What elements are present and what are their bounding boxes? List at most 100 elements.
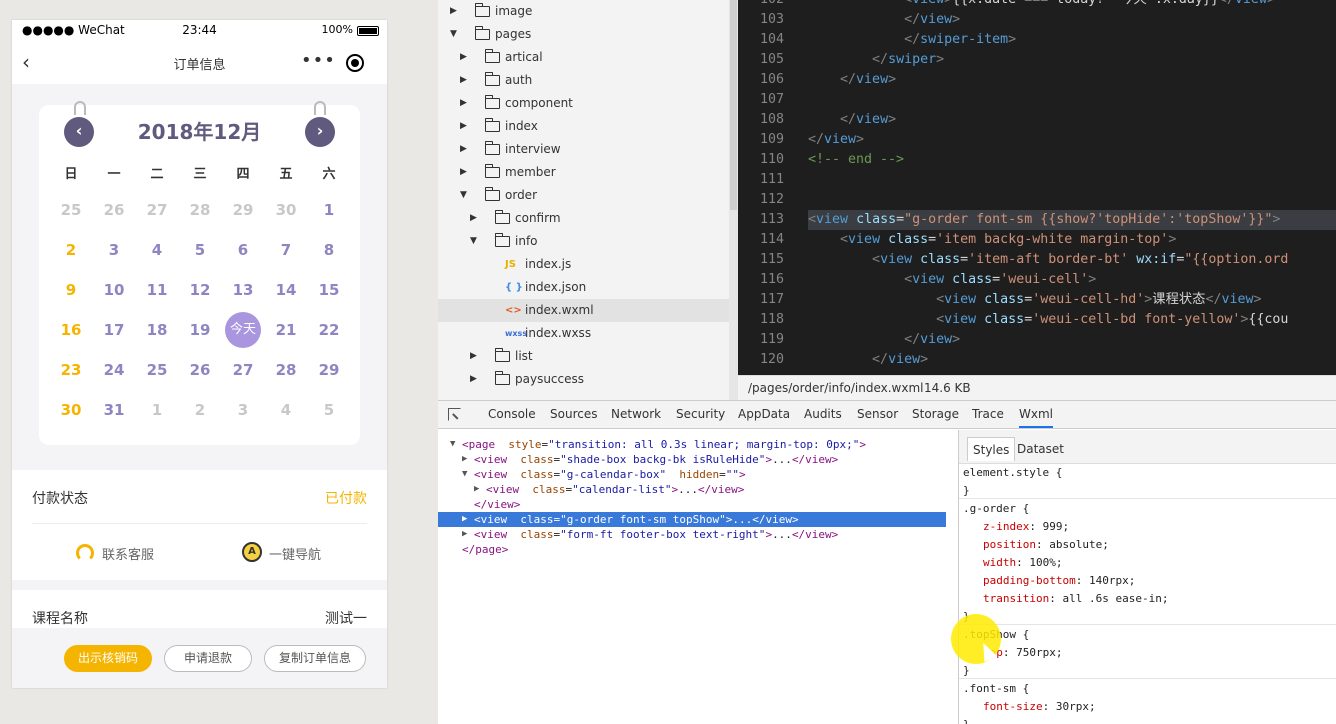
calendar-day[interactable]: 24 — [96, 355, 132, 385]
scrollbar-thumb[interactable] — [730, 0, 737, 210]
calendar-day[interactable]: 14 — [268, 275, 304, 305]
caret-right-icon[interactable]: ▶ — [460, 138, 467, 161]
css-declaration[interactable]: padding-bottom: 140rpx; — [983, 572, 1135, 590]
inspect-element-icon[interactable] — [448, 408, 461, 421]
next-month-button[interactable]: › — [305, 117, 335, 147]
caret-right-icon[interactable]: ▶ — [474, 482, 479, 497]
code-line[interactable]: </swiper-item> — [808, 30, 1016, 50]
caret-down-icon[interactable]: ▼ — [450, 437, 455, 452]
calendar-day[interactable]: 23 — [53, 355, 89, 385]
tab-network[interactable]: Network — [611, 401, 661, 428]
caret-right-icon[interactable]: ▶ — [470, 207, 477, 230]
calendar-day[interactable]: 11 — [139, 275, 175, 305]
calendar-day[interactable]: 30 — [53, 395, 89, 425]
calendar-day[interactable]: 9 — [53, 275, 89, 305]
calendar-day[interactable]: 1 — [139, 395, 175, 425]
dom-node[interactable]: ▼ <view class="g-calendar-box" hidden=""> — [438, 467, 946, 482]
calendar-day[interactable]: 18 — [139, 315, 175, 345]
caret-down-icon[interactable]: ▼ — [460, 184, 467, 207]
navigate-link[interactable]: 一键导航 — [269, 544, 321, 563]
code-line[interactable]: <view class='item-aft border-bt' wx:if="… — [808, 250, 1288, 270]
tree-item-info[interactable]: ▼ info — [438, 230, 729, 253]
styles-tab-styles[interactable]: Styles — [967, 437, 1016, 461]
tree-item-image[interactable]: ▶ image — [438, 0, 729, 23]
code-line[interactable]: <!-- end --> — [808, 150, 904, 170]
caret-right-icon[interactable]: ▶ — [462, 512, 467, 527]
calendar-day[interactable]: 28 — [182, 195, 218, 225]
file-tree-scrollbar[interactable] — [729, 0, 738, 400]
tab-wxml[interactable]: Wxml — [1019, 401, 1053, 428]
tree-item-component[interactable]: ▶ component — [438, 92, 729, 115]
dom-node[interactable]: ▶ <view class="g-order font-sm topShow">.… — [438, 512, 946, 527]
copy-order-button[interactable]: 复制订单信息 — [264, 645, 366, 672]
refund-button[interactable]: 申请退款 — [164, 645, 252, 672]
calendar-day[interactable]: 5 — [182, 235, 218, 265]
calendar-day[interactable]: 29 — [311, 355, 347, 385]
calendar-day[interactable]: 3 — [96, 235, 132, 265]
code-line[interactable]: </view> — [808, 130, 864, 150]
calendar-day[interactable]: 8 — [311, 235, 347, 265]
css-declaration[interactable]: position: absolute; — [983, 536, 1109, 554]
tree-item-artical[interactable]: ▶ artical — [438, 46, 729, 69]
tree-item-paysuccess[interactable]: ▶ paysuccess — [438, 368, 729, 391]
caret-down-icon[interactable]: ▼ — [462, 467, 467, 482]
dom-node[interactable]: ▼ <page style="transition: all 0.3s linea… — [438, 437, 946, 452]
tree-item-index-wxss[interactable]: wxss index.wxss — [438, 322, 729, 345]
tree-item-index-json[interactable]: { } index.json — [438, 276, 729, 299]
tree-item-pages[interactable]: ▼ pages — [438, 23, 729, 46]
calendar-day[interactable]: 13 — [225, 275, 261, 305]
css-declaration[interactable]: transition: all .6s ease-in; — [983, 590, 1168, 608]
tab-console[interactable]: Console — [488, 401, 536, 428]
code-line[interactable]: </view> — [808, 350, 928, 370]
styles-tab-dataset[interactable]: Dataset — [1012, 437, 1069, 461]
contact-service-link[interactable]: 联系客服 — [102, 544, 154, 563]
dom-node[interactable]: ▶ <view class="shade-box backg-bk isRuleH… — [438, 452, 946, 467]
calendar-day[interactable]: 26 — [182, 355, 218, 385]
tab-trace[interactable]: Trace — [972, 401, 1004, 428]
tree-item-index[interactable]: ▶ index — [438, 115, 729, 138]
caret-right-icon[interactable]: ▶ — [460, 161, 467, 184]
tree-item-list[interactable]: ▶ list — [438, 345, 729, 368]
dom-node[interactable]: </page> — [438, 542, 946, 557]
calendar-day[interactable]: 17 — [96, 315, 132, 345]
calendar-day[interactable]: 7 — [268, 235, 304, 265]
calendar-day[interactable]: 21 — [268, 315, 304, 345]
dom-node[interactable]: ▶ <view class="calendar-list">...</view> — [438, 482, 946, 497]
code-line[interactable]: </view> — [808, 10, 960, 30]
code-line[interactable]: <view class='weui-cell'> — [808, 270, 1096, 290]
tree-item-index-js[interactable]: JS index.js — [438, 253, 729, 276]
tab-sensor[interactable]: Sensor — [857, 401, 898, 428]
caret-right-icon[interactable]: ▶ — [460, 92, 467, 115]
caret-right-icon[interactable]: ▶ — [450, 0, 457, 23]
calendar-day[interactable]: 10 — [96, 275, 132, 305]
calendar-day[interactable]: 25 — [53, 195, 89, 225]
calendar-day[interactable]: 22 — [311, 315, 347, 345]
dom-node[interactable]: </view> — [438, 497, 946, 512]
caret-down-icon[interactable]: ▼ — [470, 230, 477, 253]
calendar-day[interactable]: 4 — [268, 395, 304, 425]
code-editor[interactable]: 102 <view>{{x.date === today? '今天':x.day… — [738, 0, 1336, 375]
calendar-day[interactable]: 3 — [225, 395, 261, 425]
code-line[interactable]: <view class="g-order font-sm {{show?'top… — [808, 210, 1280, 230]
calendar-day[interactable]: 12 — [182, 275, 218, 305]
code-line[interactable]: <view class='weui-cell-hd'>课程状态</view> — [808, 290, 1261, 310]
calendar-day[interactable]: 28 — [268, 355, 304, 385]
tree-item-order[interactable]: ▼ order — [438, 184, 729, 207]
tab-storage[interactable]: Storage — [912, 401, 959, 428]
caret-right-icon[interactable]: ▶ — [462, 527, 467, 542]
tree-item-confirm[interactable]: ▶ confirm — [438, 207, 729, 230]
css-declaration[interactable]: font-size: 30rpx; — [983, 698, 1096, 716]
calendar-day[interactable]: 19 — [182, 315, 218, 345]
tree-item-interview[interactable]: ▶ interview — [438, 138, 729, 161]
code-line[interactable]: </swiper> — [808, 50, 944, 70]
calendar-day[interactable]: 6 — [225, 235, 261, 265]
tab-appdata[interactable]: AppData — [738, 401, 790, 428]
calendar-day[interactable]: 29 — [225, 195, 261, 225]
caret-down-icon[interactable]: ▼ — [450, 23, 457, 46]
tree-item-index-wxml[interactable]: <> index.wxml — [438, 299, 729, 322]
caret-right-icon[interactable]: ▶ — [460, 46, 467, 69]
tree-item-auth[interactable]: ▶ auth — [438, 69, 729, 92]
code-line[interactable]: </view> — [808, 330, 960, 350]
caret-right-icon[interactable]: ▶ — [460, 69, 467, 92]
caret-right-icon[interactable]: ▶ — [470, 345, 477, 368]
